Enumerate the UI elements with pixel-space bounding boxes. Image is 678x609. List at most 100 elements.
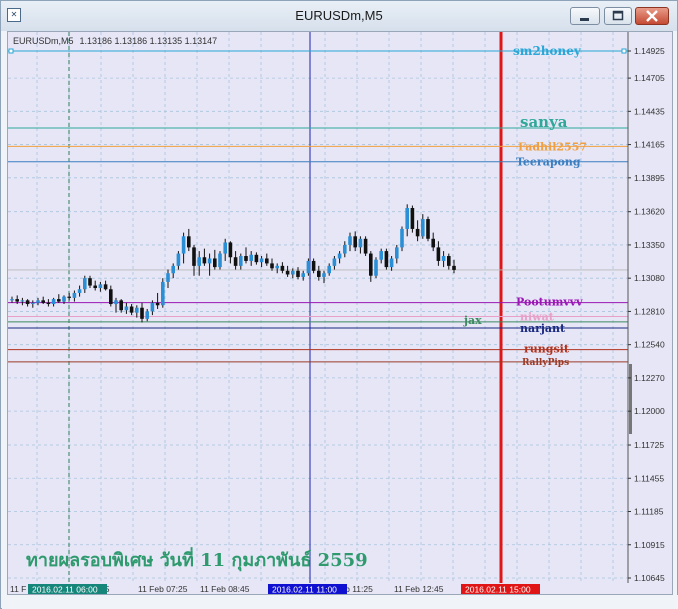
candle [384, 248, 389, 270]
candle-body-up [327, 265, 331, 274]
candle-body-down [129, 306, 134, 313]
y-tick-label: 1.14165 [634, 140, 665, 150]
y-tick-label: 1.10645 [634, 573, 665, 583]
candle-body-up [306, 260, 311, 274]
candle-body-down [88, 278, 92, 286]
close-icon [646, 10, 658, 22]
candle-body-up [239, 256, 243, 266]
candle-body-up [332, 258, 337, 266]
candle-body-up [62, 296, 66, 302]
candle-body-down [415, 228, 420, 237]
candle-body-down [353, 236, 357, 248]
y-tick-label: 1.10915 [634, 540, 665, 550]
candle-body-down [280, 265, 285, 271]
candle-body-down [15, 299, 19, 302]
candle-body-down [254, 254, 259, 263]
hline-name-jax: jax [463, 314, 482, 327]
hline-handle-right[interactable] [621, 48, 627, 54]
hline-name-sanya: sanya [520, 113, 568, 131]
candle-body-up [218, 253, 222, 268]
candle [426, 216, 430, 242]
hline-name-fadhil2557: Fadhil2557 [518, 140, 587, 153]
price-chart[interactable]: 1.149251.143001.141501.140261.128811.127… [8, 32, 672, 594]
time-axis[interactable]: 11 F11 Feb 06:0511 Feb 07:2511 Feb 08:45… [10, 584, 540, 594]
candle-body-up [72, 292, 77, 298]
candle-body-up [421, 219, 425, 237]
candle-body-down [363, 238, 368, 254]
candle-body-down [233, 257, 238, 266]
hline-name-pootumvvv: Pootumvvv [516, 296, 583, 309]
candle-body-up [98, 284, 103, 289]
candle [218, 251, 222, 270]
y-tick-label: 1.13350 [634, 240, 665, 250]
candle-body-up [77, 289, 82, 293]
y-tick-label: 1.11725 [634, 440, 664, 450]
price-axis[interactable]: 1.14925 1.14705 1.14435 1.14165 1.13895 1.136… [627, 32, 672, 583]
cursor-time-text: 2016.02.11 11:00 [272, 585, 337, 595]
y-tick-label: 1.12540 [634, 340, 665, 350]
y-tick-label: 1.13080 [634, 273, 665, 283]
candle-body-up [379, 251, 383, 260]
candle-body-up [207, 258, 212, 264]
terminal-window: ✕ EURUSDm,M5 1.149251.143001.141501.1402… [0, 0, 678, 609]
y-tick-label: 1.14435 [634, 106, 665, 116]
candle-body-up [358, 238, 363, 248]
hline-name-sm2honey: sm2honey [513, 44, 582, 58]
info-symbol: EURUSDm,M5 [13, 36, 74, 46]
title-bar[interactable]: ✕ EURUSDm,M5 [1, 1, 677, 31]
maximize-button[interactable] [604, 7, 632, 25]
candle-body-up [124, 306, 129, 311]
candle-body-up [343, 244, 347, 254]
candle-body-down [311, 260, 316, 271]
hline-name-rungsit: rungsit [524, 343, 570, 356]
candle-body-up [374, 259, 378, 276]
x-tick-label: 11 F [10, 584, 26, 594]
candle [410, 205, 415, 233]
price-axis-scale-marker[interactable] [629, 364, 632, 434]
candle-body-up [337, 253, 342, 259]
candle [363, 236, 368, 257]
y-tick-label: 1.12000 [634, 406, 665, 416]
candle-body-up [145, 311, 149, 319]
candle-body-up [36, 300, 40, 303]
candle-body-down [317, 270, 321, 277]
x-tick-label: 11 Feb 07:25 [138, 584, 188, 594]
close-button[interactable] [635, 7, 669, 25]
candle-body-up [223, 242, 227, 254]
cursor-time-text: 2016.02.11 15:00 [465, 585, 531, 595]
candle-body-up [275, 265, 279, 269]
candle-body-down [244, 256, 248, 261]
candle [374, 257, 378, 279]
candle-body-up [181, 236, 186, 254]
candle-body-up [114, 300, 118, 305]
candle-body-down [410, 207, 415, 229]
y-tick-label: 1.11455 [634, 473, 664, 483]
info-ohlc: 1.13186 1.13186 1.13135 1.13147 [80, 36, 218, 46]
candle-body-down [369, 253, 373, 276]
candle-body-down [270, 263, 274, 269]
thai-caption: ทายผลรอบพิเศษ วันที่ 11 กุมภาพันธ์ 2559 [26, 547, 368, 572]
candle-body-up [10, 299, 14, 301]
candle-body-up [171, 265, 175, 274]
candle-body-down [25, 300, 30, 305]
candle-body-up [51, 299, 56, 305]
chart-area[interactable]: 1.149251.143001.141501.140261.128811.127… [7, 31, 673, 595]
candle-body-down [426, 219, 430, 239]
y-tick-label: 1.14925 [634, 46, 665, 56]
candle-body-down [187, 236, 191, 248]
candle [400, 226, 404, 252]
hline-handle-left[interactable] [8, 48, 14, 54]
candle-body-down [447, 256, 451, 266]
x-tick-label: 11 Feb 12:45 [394, 584, 444, 594]
y-tick-label: 1.11185 [634, 507, 664, 517]
candle-body-down [384, 251, 389, 268]
candle-body-down [119, 300, 123, 311]
candle-body-down [140, 307, 144, 319]
maximize-icon [612, 10, 624, 21]
candle-body-down [431, 238, 435, 248]
minimize-button[interactable] [570, 7, 600, 25]
candle-body-up [197, 257, 201, 266]
candle-body-up [176, 253, 181, 266]
minimize-icon [580, 18, 589, 21]
hline-name-rallypips: RallyPips [522, 358, 569, 368]
